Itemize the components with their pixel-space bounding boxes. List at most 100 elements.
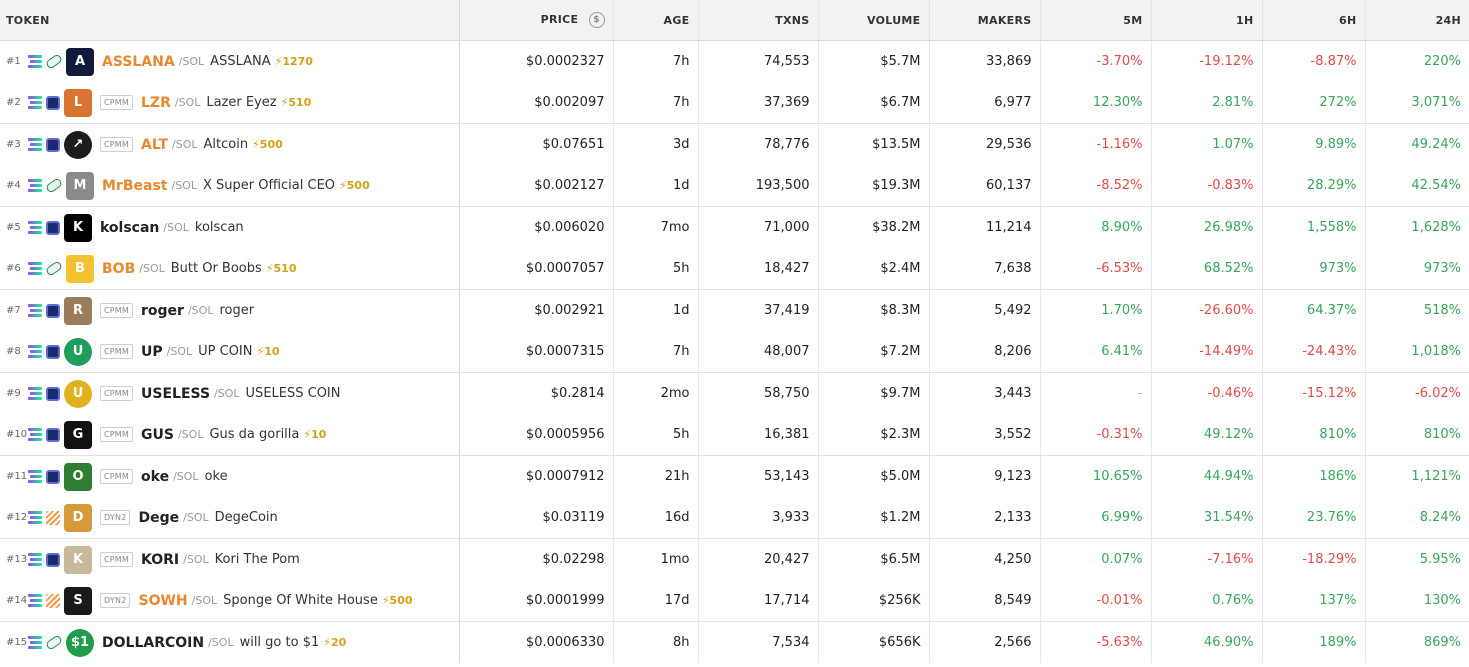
cell-change-1h: 46.90%: [1151, 621, 1263, 663]
cell-change-6h: -18.29%: [1262, 538, 1366, 580]
token-symbol[interactable]: roger: [141, 303, 184, 319]
cell-change-5m: 0.07%: [1040, 538, 1152, 580]
token-name: Sponge Of White House: [223, 593, 378, 608]
table-row[interactable]: #8 U CPMM UP/SOL UP COIN ⚡10 $0.0007315 7h 48,00…: [0, 331, 1469, 373]
cell-txns: 71,000: [698, 206, 819, 248]
cell-token[interactable]: #4 M MrBeast/SOL X Super Official CEO ⚡500: [0, 165, 460, 207]
table-row[interactable]: #13 K CPMM KORI/SOL Kori The Pom $0.02298 1mo 2…: [0, 538, 1469, 580]
cell-change-5m: 6.41%: [1040, 331, 1152, 373]
cell-change-24h: 518%: [1423, 303, 1461, 318]
header-5m[interactable]: 5M: [1040, 0, 1152, 41]
solana-icon: [28, 387, 42, 400]
header-txns[interactable]: TXNS: [698, 0, 819, 41]
cell-price: $0.0007912: [459, 455, 614, 497]
cell-txns: 74,553: [698, 40, 819, 82]
token-symbol[interactable]: Dege: [138, 510, 179, 526]
token-symbol[interactable]: BOB: [102, 261, 135, 277]
quote-chain: /SOL: [174, 96, 201, 109]
raydium-icon: [46, 220, 60, 235]
token-symbol[interactable]: GUS: [141, 427, 174, 443]
token-symbol[interactable]: LZR: [141, 95, 171, 111]
table-row[interactable]: #12 D DYN2 Dege/SOL DegeCoin $0.03119 16d 3,933…: [0, 497, 1469, 539]
cell-makers: 33,869: [929, 40, 1041, 82]
cell-price: $0.002127: [459, 165, 614, 207]
row-rank: #4: [6, 180, 21, 191]
table-row[interactable]: #10 G CPMM GUS/SOL Gus da gorilla ⚡10 $0.00059…: [0, 414, 1469, 456]
token-avatar: M: [66, 171, 94, 200]
cell-token[interactable]: #12 D DYN2 Dege/SOL DegeCoin: [0, 497, 460, 539]
token-symbol[interactable]: SOWH: [138, 593, 187, 609]
header-1h[interactable]: 1H: [1151, 0, 1263, 41]
raydium-icon: [46, 95, 60, 110]
header-volume[interactable]: VOLUME: [818, 0, 930, 41]
token-symbol[interactable]: ALT: [141, 137, 168, 153]
row-rank: #1: [6, 56, 21, 67]
cell-age: 17d: [613, 580, 699, 622]
table-row[interactable]: #9 U CPMM USELESS/SOL USELESS COIN $0.2814 2mo…: [0, 372, 1469, 414]
header-age[interactable]: AGE: [613, 0, 699, 41]
token-symbol[interactable]: ASSLANA: [102, 54, 175, 70]
header-token[interactable]: TOKEN: [0, 0, 460, 41]
row-rank: #6: [6, 263, 21, 274]
token-name: ASSLANA: [210, 54, 271, 69]
token-symbol[interactable]: kolscan: [100, 220, 159, 236]
token-symbol[interactable]: KORI: [141, 552, 179, 568]
cell-token[interactable]: #11 O CPMM oke/SOL oke: [0, 455, 460, 497]
cell-age: 3d: [613, 123, 699, 165]
header-makers[interactable]: MAKERS: [929, 0, 1041, 41]
cell-token[interactable]: #1 A ASSLANA/SOL ASSLANA ⚡1270: [0, 40, 460, 82]
cell-age: 7h: [613, 40, 699, 82]
boost-badge: ⚡500: [339, 179, 370, 192]
header-price[interactable]: PRICE $: [459, 0, 614, 41]
cell-token[interactable]: #10 G CPMM GUS/SOL Gus da gorilla ⚡10: [0, 414, 460, 456]
cell-makers: 8,549: [929, 580, 1041, 622]
table-row[interactable]: #7 R CPMM roger/SOL roger $0.002921 1d 37,419 $8…: [0, 289, 1469, 331]
token-symbol[interactable]: USELESS: [141, 386, 210, 402]
cell-price: $0.006020: [459, 206, 614, 248]
table-row[interactable]: #2 L CPMM LZR/SOL Lazer Eyez ⚡510 $0.002097 7h 3…: [0, 82, 1469, 124]
cell-change-1h: 2.81%: [1151, 82, 1263, 124]
table-row[interactable]: #4 M MrBeast/SOL X Super Official CEO ⚡500 $0…: [0, 165, 1469, 207]
token-name: X Super Official CEO: [202, 178, 336, 193]
pool-type-badge: CPMM: [100, 427, 134, 442]
header-24h[interactable]: 24H: [1365, 0, 1469, 41]
solana-icon: [28, 594, 42, 607]
cell-token[interactable]: #7 R CPMM roger/SOL roger: [0, 289, 460, 331]
cell-token[interactable]: #2 L CPMM LZR/SOL Lazer Eyez ⚡510: [0, 82, 460, 124]
cell-token[interactable]: #8 U CPMM UP/SOL UP COIN ⚡10: [0, 331, 460, 373]
boost-badge: ⚡510: [280, 96, 312, 109]
cell-token[interactable]: #15 $1 DOLLARCOIN/SOL will go to $1 ⚡20: [0, 621, 460, 663]
cell-txns: 7,534: [698, 621, 819, 663]
cell-age: 1d: [613, 165, 699, 207]
token-name: Butt Or Boobs: [170, 261, 262, 276]
token-symbol[interactable]: oke: [141, 469, 169, 485]
cell-change-1h: 31.54%: [1151, 497, 1263, 539]
cell-volume: $2.4M: [818, 248, 930, 290]
quote-chain: /SOL: [208, 636, 234, 649]
quote-chain: /SOL: [139, 262, 165, 275]
raydium-icon: [46, 552, 60, 567]
cell-volume: $656K: [818, 621, 930, 663]
table-row[interactable]: #11 O CPMM oke/SOL oke $0.0007912 21h 53,143 $5.…: [0, 455, 1469, 497]
table-row[interactable]: #1 A ASSLANA/SOL ASSLANA ⚡1270 $0.0002327 7h 74…: [0, 40, 1469, 82]
table-row[interactable]: #15 $1 DOLLARCOIN/SOL will go to $1 ⚡20 $0.00…: [0, 621, 1469, 663]
token-symbol[interactable]: MrBeast: [102, 178, 167, 194]
cell-token[interactable]: #3 ↗ CPMM ALT/SOL Altcoin ⚡500: [0, 123, 460, 165]
table-row[interactable]: #14 S DYN2 SOWH/SOL Sponge Of White House ⚡50…: [0, 580, 1469, 622]
cell-token[interactable]: #9 U CPMM USELESS/SOL USELESS COIN: [0, 372, 460, 414]
cell-age: 8h: [613, 621, 699, 663]
raydium-icon: [46, 427, 60, 442]
cell-token[interactable]: #13 K CPMM KORI/SOL Kori The Pom: [0, 538, 460, 580]
header-6h[interactable]: 6H: [1262, 0, 1366, 41]
cell-change-24h: 5.95%: [1419, 552, 1461, 567]
token-avatar: K: [64, 545, 92, 574]
table-row[interactable]: #6 B BOB/SOL Butt Or Boobs ⚡510 $0.0007057 5h 1…: [0, 248, 1469, 290]
cell-token[interactable]: #6 B BOB/SOL Butt Or Boobs ⚡510: [0, 248, 460, 290]
table-row[interactable]: #3 ↗ CPMM ALT/SOL Altcoin ⚡500 $0.07651 3d 78,77…: [0, 123, 1469, 165]
cell-token[interactable]: #14 S DYN2 SOWH/SOL Sponge Of White House ⚡50…: [0, 580, 460, 622]
token-symbol[interactable]: DOLLARCOIN: [102, 635, 204, 651]
table-row[interactable]: #5 Kkolscan/SOL kolscan $0.006020 7mo 71,000 $…: [0, 206, 1469, 248]
dollar-circle-icon[interactable]: $: [588, 12, 605, 28]
cell-token[interactable]: #5 Kkolscan/SOL kolscan: [0, 206, 460, 248]
token-symbol[interactable]: UP: [141, 344, 163, 360]
